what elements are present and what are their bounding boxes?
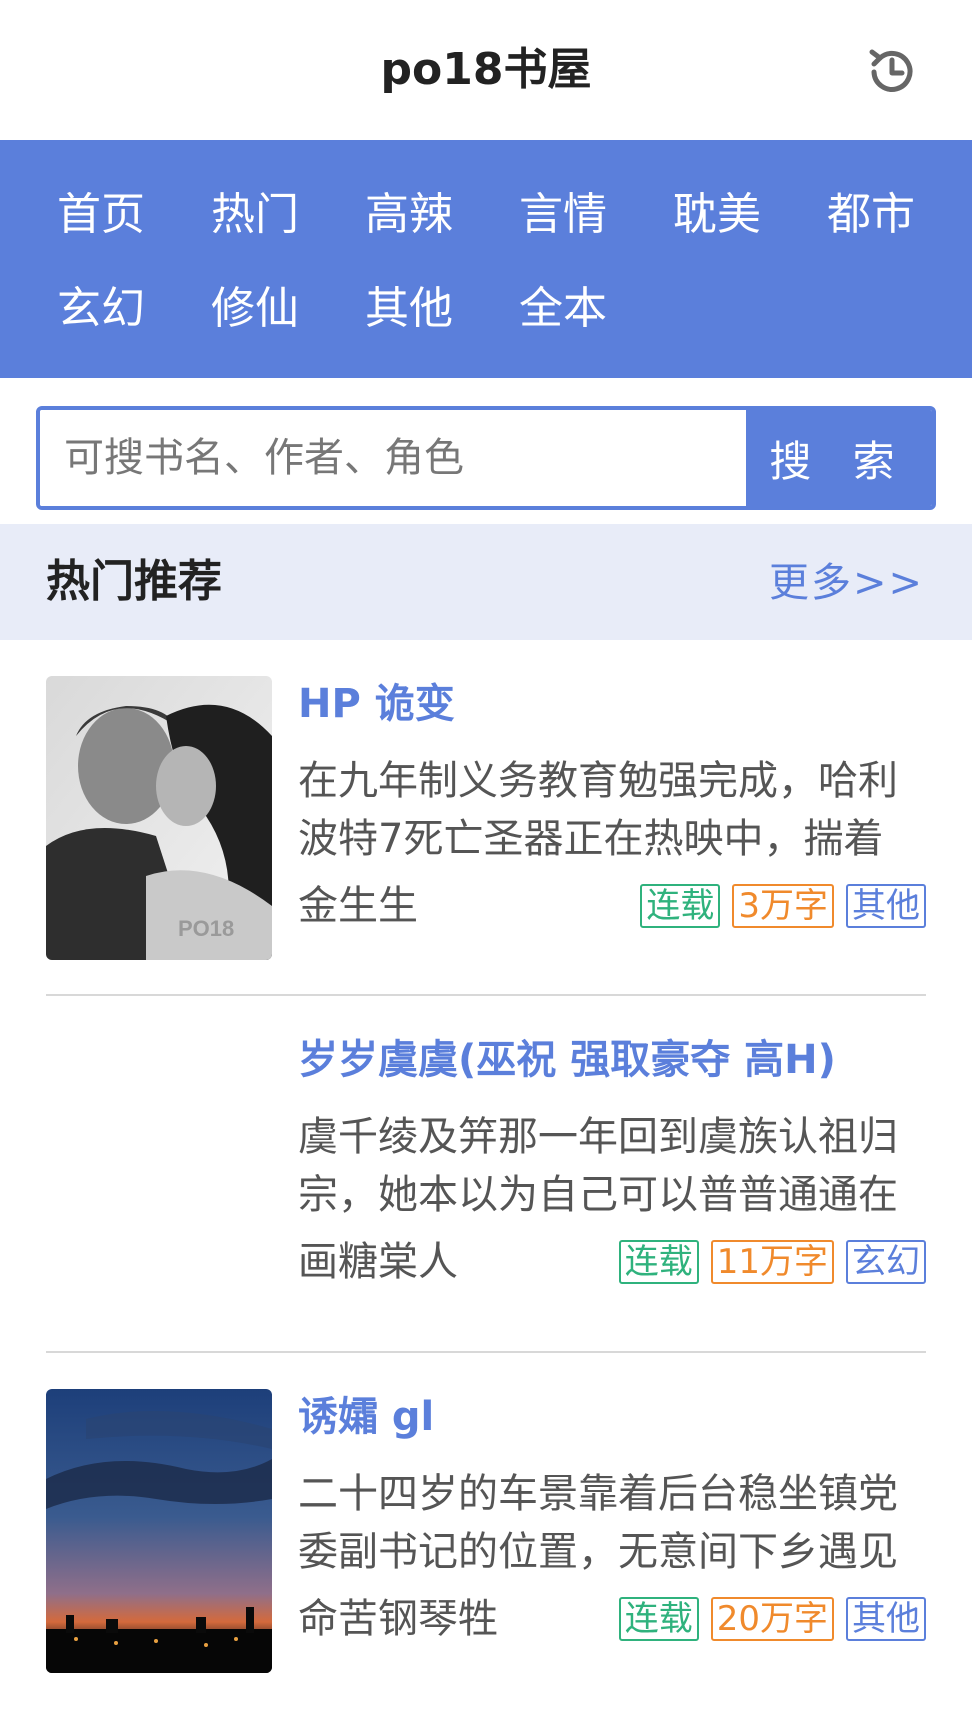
nav-item-xianxia[interactable]: 修仙	[178, 279, 332, 339]
site-title: po18书屋	[380, 44, 592, 95]
nav-item-romance[interactable]: 言情	[486, 185, 640, 245]
book-item[interactable]: 诱孀 gl 二十四岁的车景靠着后台稳坐镇党委副书记的位置，无意间下乡遇见 命苦钢…	[46, 1353, 926, 1710]
search-form: 搜 索	[36, 406, 936, 510]
section-header: 热门推荐 更多>>	[0, 524, 972, 640]
category-tag[interactable]: 其他	[846, 1597, 926, 1641]
book-info: 诱孀 gl 二十四岁的车景靠着后台稳坐镇党委副书记的位置，无意间下乡遇见 命苦钢…	[298, 1389, 926, 1647]
word-count-tag: 3万字	[732, 884, 834, 928]
book-info: 岁岁虞虞(巫祝 强取豪夺 高H) 虞千绫及笄那一年回到虞族认祖归宗，她本以为自己…	[298, 1032, 926, 1290]
book-description: 二十四岁的车景靠着后台稳坐镇党委副书记的位置，无意间下乡遇见	[298, 1471, 898, 1575]
category-tag[interactable]: 玄幻	[846, 1240, 926, 1284]
category-nav-row-1: 首页 热门 高辣 言情 耽美 都市	[0, 168, 972, 262]
nav-item-spicy[interactable]: 高辣	[332, 185, 486, 245]
book-cover-image[interactable]	[46, 1032, 272, 1316]
search-bar: 搜 索	[0, 378, 972, 516]
book-title[interactable]: 岁岁虞虞(巫祝 强取豪夺 高H)	[298, 1032, 926, 1088]
book-tags: 连载 3万字 其他	[640, 884, 926, 928]
book-cover-image[interactable]: PO18	[46, 676, 272, 960]
history-icon[interactable]	[864, 44, 920, 100]
book-info: HP 诡变 在九年制义务教育勉强完成，哈利波特7死亡圣器正在热映中，揣着 金生生…	[298, 676, 926, 934]
svg-text:PO18: PO18	[178, 916, 234, 941]
word-count-tag: 20万字	[710, 1597, 834, 1641]
nav-item-fantasy[interactable]: 玄幻	[24, 279, 178, 339]
nav-item-hot[interactable]: 热门	[178, 185, 332, 245]
category-nav: 首页 热门 高辣 言情 耽美 都市 玄幻 修仙 其他 全本	[0, 140, 972, 378]
nav-item-danmei[interactable]: 耽美	[640, 185, 794, 245]
app-header: po18书屋	[0, 0, 972, 140]
status-tag: 连载	[640, 884, 721, 928]
status-tag: 连载	[618, 1597, 699, 1641]
search-button[interactable]: 搜 索	[746, 410, 932, 506]
book-cover-image[interactable]	[46, 1389, 272, 1673]
book-meta: 画糖棠人 连载 11万字 玄幻	[298, 1234, 926, 1290]
search-input[interactable]	[40, 410, 746, 506]
nav-item-home[interactable]: 首页	[24, 185, 178, 245]
nav-item-other[interactable]: 其他	[332, 279, 486, 339]
book-title[interactable]: 诱孀 gl	[298, 1389, 926, 1445]
book-title[interactable]: HP 诡变	[298, 676, 926, 732]
nav-item-urban[interactable]: 都市	[794, 185, 948, 245]
nav-item-completed[interactable]: 全本	[486, 279, 640, 339]
book-tags: 连载 20万字 其他	[618, 1597, 926, 1641]
more-link[interactable]: 更多>>	[769, 556, 924, 610]
category-nav-row-2: 玄幻 修仙 其他 全本	[0, 262, 972, 356]
book-item[interactable]: PO18 HP 诡变 在九年制义务教育勉强完成，哈利波特7死亡圣器正在热映中，揣…	[46, 676, 926, 996]
category-tag[interactable]: 其他	[846, 884, 926, 928]
book-meta: 金生生 连载 3万字 其他	[298, 878, 926, 934]
book-item[interactable]: 岁岁虞虞(巫祝 强取豪夺 高H) 虞千绫及笄那一年回到虞族认祖归宗，她本以为自己…	[46, 996, 926, 1353]
book-description: 在九年制义务教育勉强完成，哈利波特7死亡圣器正在热映中，揣着	[298, 758, 898, 862]
book-description: 虞千绫及笄那一年回到虞族认祖归宗，她本以为自己可以普普通通在	[298, 1114, 898, 1218]
status-tag: 连载	[618, 1240, 699, 1284]
section-title: 热门推荐	[46, 556, 222, 607]
book-meta: 命苦钢琴牲 连载 20万字 其他	[298, 1591, 926, 1647]
word-count-tag: 11万字	[710, 1240, 834, 1284]
book-tags: 连载 11万字 玄幻	[618, 1240, 926, 1284]
book-list: PO18 HP 诡变 在九年制义务教育勉强完成，哈利波特7死亡圣器正在热映中，揣…	[0, 676, 972, 1710]
